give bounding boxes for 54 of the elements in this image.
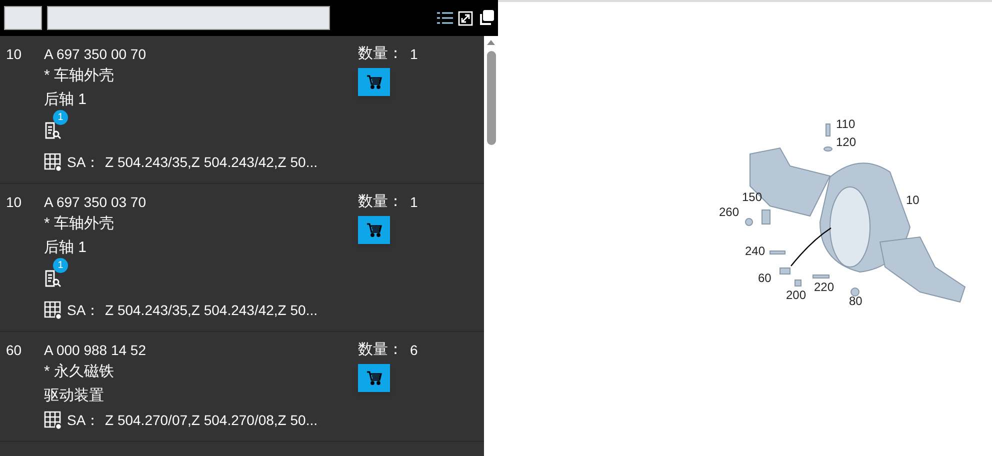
cart-icon	[366, 371, 382, 385]
notes-count-badge: 1	[53, 258, 68, 273]
document-search-icon[interactable]	[44, 270, 62, 288]
part-group: 后轴 1	[44, 236, 87, 260]
part-number: A 697 350 03 70	[44, 193, 146, 212]
table-icon[interactable]	[44, 411, 63, 430]
windows-icon[interactable]	[478, 10, 494, 26]
part-name: * 车轴外壳	[44, 66, 114, 86]
quantity-value: 6	[410, 341, 418, 360]
callout-label: 200	[786, 288, 806, 302]
position-number: 60	[5, 341, 23, 360]
quantity-value: 1	[410, 45, 418, 64]
scroll-thumb[interactable]	[486, 51, 496, 145]
add-to-cart-button[interactable]	[358, 216, 390, 244]
add-to-cart-button[interactable]	[358, 364, 390, 392]
part-group: 后轴 1	[44, 88, 87, 112]
part-number: A 697 350 00 70	[44, 45, 146, 64]
callout-label: 150	[742, 190, 762, 204]
scroll-up-icon[interactable]	[487, 40, 495, 45]
quantity-label: 数量：	[358, 192, 404, 212]
add-to-cart-button[interactable]	[358, 68, 390, 96]
expand-icon[interactable]	[458, 10, 473, 26]
callout-label: 110	[836, 117, 856, 131]
callout-label: 240	[745, 244, 766, 258]
notes-count-badge: 1	[53, 110, 68, 125]
quantity-label: 数量：	[358, 44, 404, 64]
callout-label: 120	[836, 135, 856, 149]
table-icon[interactable]	[44, 301, 63, 320]
sa-codes: Z 504.243/35,Z 504.243/42,Z 50...	[105, 301, 318, 320]
position-number: 10	[5, 193, 23, 212]
callout-label: 260	[719, 205, 740, 219]
callout-label: 10	[906, 193, 920, 207]
callout-label: 80	[849, 294, 862, 308]
quantity-label: 数量：	[358, 340, 404, 360]
cart-icon	[366, 223, 382, 237]
table-icon[interactable]	[44, 153, 63, 172]
position-number: 10	[5, 45, 23, 64]
sa-codes: Z 504.270/07,Z 504.270/08,Z 50...	[105, 411, 318, 430]
sa-label: SA：	[67, 301, 101, 320]
callout-label: 220	[814, 280, 834, 294]
sa-label: SA：	[67, 411, 101, 430]
part-name: * 车轴外壳	[44, 214, 114, 234]
part-group: 驱动装置	[44, 384, 104, 408]
document-search-icon[interactable]	[44, 122, 62, 140]
callout-label: 60	[758, 271, 772, 285]
part-number: A 000 988 14 52	[44, 341, 146, 360]
sa-codes: Z 504.243/35,Z 504.243/42,Z 50...	[105, 153, 318, 172]
cart-icon	[366, 75, 382, 89]
list-icon[interactable]	[437, 11, 453, 25]
search-field[interactable]	[47, 6, 330, 30]
text-field[interactable]	[4, 6, 42, 30]
part-name: * 永久磁铁	[44, 362, 114, 382]
quantity-value: 1	[410, 193, 418, 212]
sa-label: SA：	[67, 153, 101, 172]
